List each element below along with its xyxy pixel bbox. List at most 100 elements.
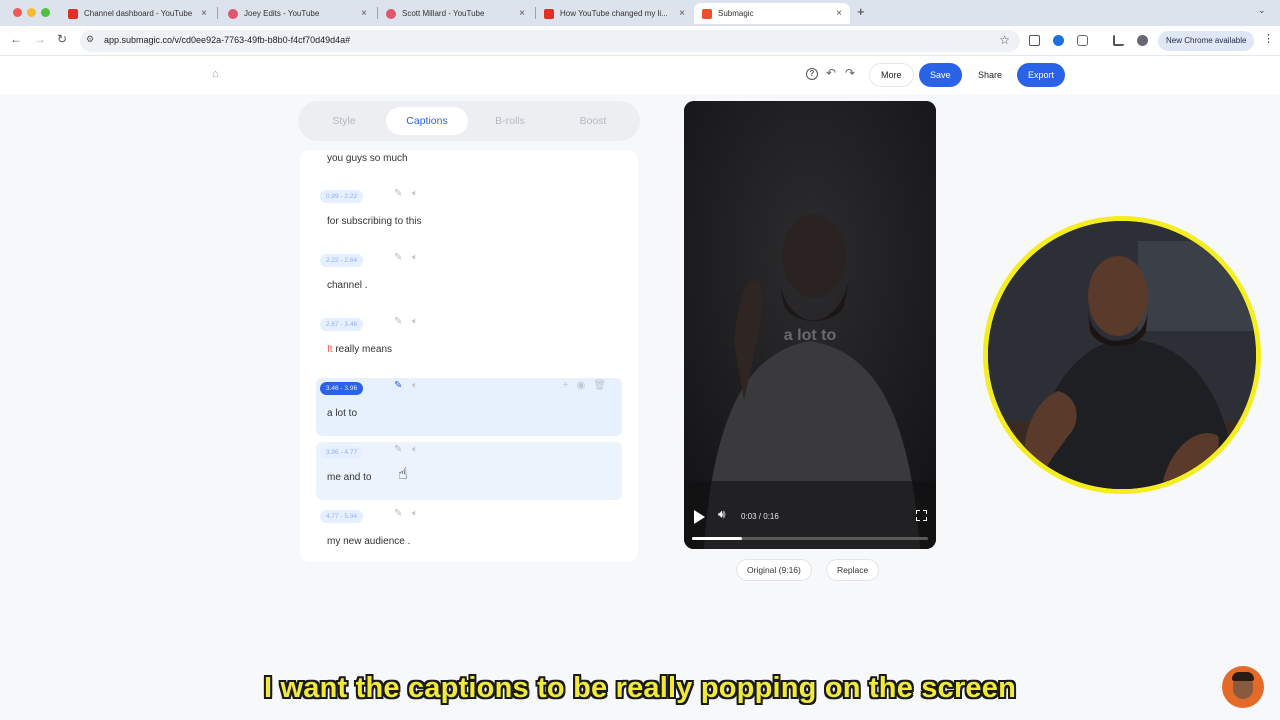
editor-tab-switcher: Style Captions B-rolls Boost [298, 101, 640, 141]
help-icon[interactable]: ? [806, 68, 818, 80]
play-icon[interactable] [694, 510, 705, 524]
caption-text-rest[interactable]: really means [333, 344, 392, 355]
video-time: 0:03 / 0:16 [741, 512, 779, 521]
trash-icon[interactable]: 🗑︎ [593, 380, 614, 391]
forward-arrow-icon[interactable]: → [34, 32, 46, 46]
volume-icon[interactable]: 🔊︎ [718, 507, 726, 522]
bookmark-star-icon[interactable]: ☆ [999, 33, 1010, 47]
share-button[interactable]: Share [966, 63, 1015, 87]
browser-tab[interactable]: Scott Millard - YouTube × [378, 3, 533, 24]
video-preview[interactable]: a lot to 🔊︎ 0:03 / 0:16 [684, 101, 936, 549]
tab-b-rolls[interactable]: B-rolls [476, 107, 544, 135]
chrome-update-button[interactable]: New Chrome available [1158, 31, 1255, 51]
caption-text[interactable]: a lot to [327, 408, 357, 419]
hand-cursor-icon: ☝︎ [398, 466, 408, 483]
caption-text[interactable]: channel . [327, 280, 368, 291]
submagic-favicon-icon [702, 8, 712, 19]
url-text[interactable]: app.submagic.co/v/cd0ee92a-7763-49fb-b8b… [104, 35, 350, 45]
browser-tab-active[interactable]: Submagic × [694, 3, 850, 24]
caption-text[interactable]: my new audience . [327, 536, 410, 547]
video-scrubber[interactable] [692, 537, 928, 540]
close-tab-icon[interactable]: × [679, 8, 685, 19]
caption-row[interactable]: 2.67 - 3.46 ✎ 🔈︎ It really means [316, 314, 622, 372]
timestamp-badge[interactable]: 2.67 - 3.46 [320, 318, 364, 331]
browser-tab[interactable]: Joey Edits - YouTube × [220, 3, 375, 24]
add-icon[interactable]: + [563, 380, 577, 391]
video-subtitle: I want the captions to be really popping… [263, 672, 1016, 704]
close-tab-icon[interactable]: × [361, 8, 367, 19]
save-button[interactable]: Save [919, 63, 962, 87]
fullscreen-icon[interactable] [916, 510, 927, 521]
channel-favicon-icon [386, 8, 396, 19]
row-actions: +◉🗑︎ [563, 380, 614, 391]
back-arrow-icon[interactable]: ← [10, 32, 22, 46]
pencil-icon[interactable]: ✎ [394, 444, 402, 455]
close-tab-icon[interactable]: × [519, 8, 525, 19]
close-tab-icon[interactable]: × [201, 8, 207, 19]
timestamp-badge[interactable]: 0.99 - 2.22 [320, 190, 364, 203]
export-button[interactable]: Export [1017, 63, 1066, 87]
speaker-icon[interactable]: 🔈︎ [412, 380, 418, 391]
pencil-icon[interactable]: ✎ [394, 188, 402, 199]
youtube-favicon-icon [544, 8, 554, 19]
extension-icon[interactable] [1029, 35, 1040, 46]
chrome-menu-icon[interactable]: ⋮ [1263, 32, 1274, 45]
puzzle-icon[interactable] [1077, 35, 1088, 46]
browser-tab[interactable]: How YouTube changed my li... × [536, 3, 693, 24]
caption-text[interactable]: It really means [327, 344, 392, 355]
tab-search-chevron-icon[interactable]: ⌄ [1258, 5, 1266, 16]
redo-icon[interactable]: ↷ [845, 66, 855, 80]
caption-text[interactable]: me and to [327, 472, 371, 483]
reload-icon[interactable]: ↻ [57, 32, 67, 46]
replace-button[interactable]: Replace [826, 559, 880, 581]
avatar [1222, 666, 1264, 708]
caption-row-active[interactable]: 3.46 - 3.96 ✎ 🔈︎ +◉🗑︎ a lot to [316, 378, 622, 436]
home-icon[interactable]: ⌂ [212, 68, 219, 80]
youtube-favicon-icon [68, 8, 78, 19]
caption-row[interactable]: 4.77 - 5.94 ✎ 🔈︎ my new audience . [316, 506, 622, 562]
captions-list: you guys so much 0.99 - 2.22 ✎ 🔈︎ for su… [300, 150, 638, 562]
pencil-icon[interactable]: ✎ [394, 508, 402, 519]
speaker-icon[interactable]: 🔈︎ [412, 188, 418, 199]
extension-icon[interactable] [1053, 35, 1064, 46]
undo-icon[interactable]: ↶ [826, 66, 836, 80]
timestamp-badge[interactable]: 3.46 - 3.96 [320, 382, 364, 395]
speaker-icon[interactable]: 🔈︎ [412, 508, 418, 519]
video-frame [684, 101, 936, 549]
minimize-window-button[interactable] [27, 8, 36, 17]
address-bar[interactable]: ⚙ app.submagic.co/v/cd0ee92a-7763-49fb-b… [80, 30, 1020, 52]
tab-style[interactable]: Style [312, 107, 376, 135]
tab-boost[interactable]: Boost [560, 107, 626, 135]
timestamp-badge[interactable]: 2.22 - 2.64 [320, 254, 364, 267]
site-info-icon[interactable]: ⚙ [86, 34, 94, 45]
speaker-icon[interactable]: 🔈︎ [412, 316, 418, 327]
app-header: ⌂ ? ↶ ↷ More Save Share Export [0, 56, 1280, 94]
speaker-icon[interactable]: 🔈︎ [412, 444, 418, 455]
pencil-icon[interactable]: ✎ [394, 316, 402, 327]
caption-row[interactable]: 3.96 - 4.77 ✎ 🔈︎ me and to [316, 442, 622, 500]
eye-icon[interactable]: ◉ [577, 380, 594, 391]
close-tab-icon[interactable]: × [836, 8, 842, 19]
tab-captions[interactable]: Captions [386, 107, 468, 135]
more-button[interactable]: More [869, 63, 914, 87]
caption-text[interactable]: for subscribing to this [327, 216, 422, 227]
aspect-ratio-button[interactable]: Original (9:16) [736, 559, 812, 581]
caption-row[interactable]: 0.99 - 2.22 ✎ 🔈︎ for subscribing to this [316, 186, 622, 244]
browser-tab[interactable]: Channel dashboard - YouTube × [60, 3, 215, 24]
timestamp-badge[interactable]: 3.96 - 4.77 [320, 446, 364, 459]
speaker-icon[interactable]: 🔈︎ [412, 252, 418, 263]
webcam-overlay [983, 216, 1261, 494]
caption-text[interactable]: you guys so much [327, 153, 408, 164]
browser-toolbar: ← → ↻ ⚙ app.submagic.co/v/cd0ee92a-7763-… [0, 26, 1280, 56]
media-icon[interactable] [1113, 35, 1124, 46]
video-caption-overlay: a lot to [783, 327, 837, 344]
timestamp-badge[interactable]: 4.77 - 5.94 [320, 510, 364, 523]
webcam-image [988, 221, 1256, 489]
new-tab-icon[interactable]: + [857, 4, 865, 19]
close-window-button[interactable] [13, 8, 22, 17]
pencil-icon[interactable]: ✎ [394, 380, 402, 391]
caption-row[interactable]: 2.22 - 2.64 ✎ 🔈︎ channel . [316, 250, 622, 308]
profile-icon[interactable] [1137, 35, 1148, 46]
pencil-icon[interactable]: ✎ [394, 252, 402, 263]
maximize-window-button[interactable] [41, 8, 50, 17]
